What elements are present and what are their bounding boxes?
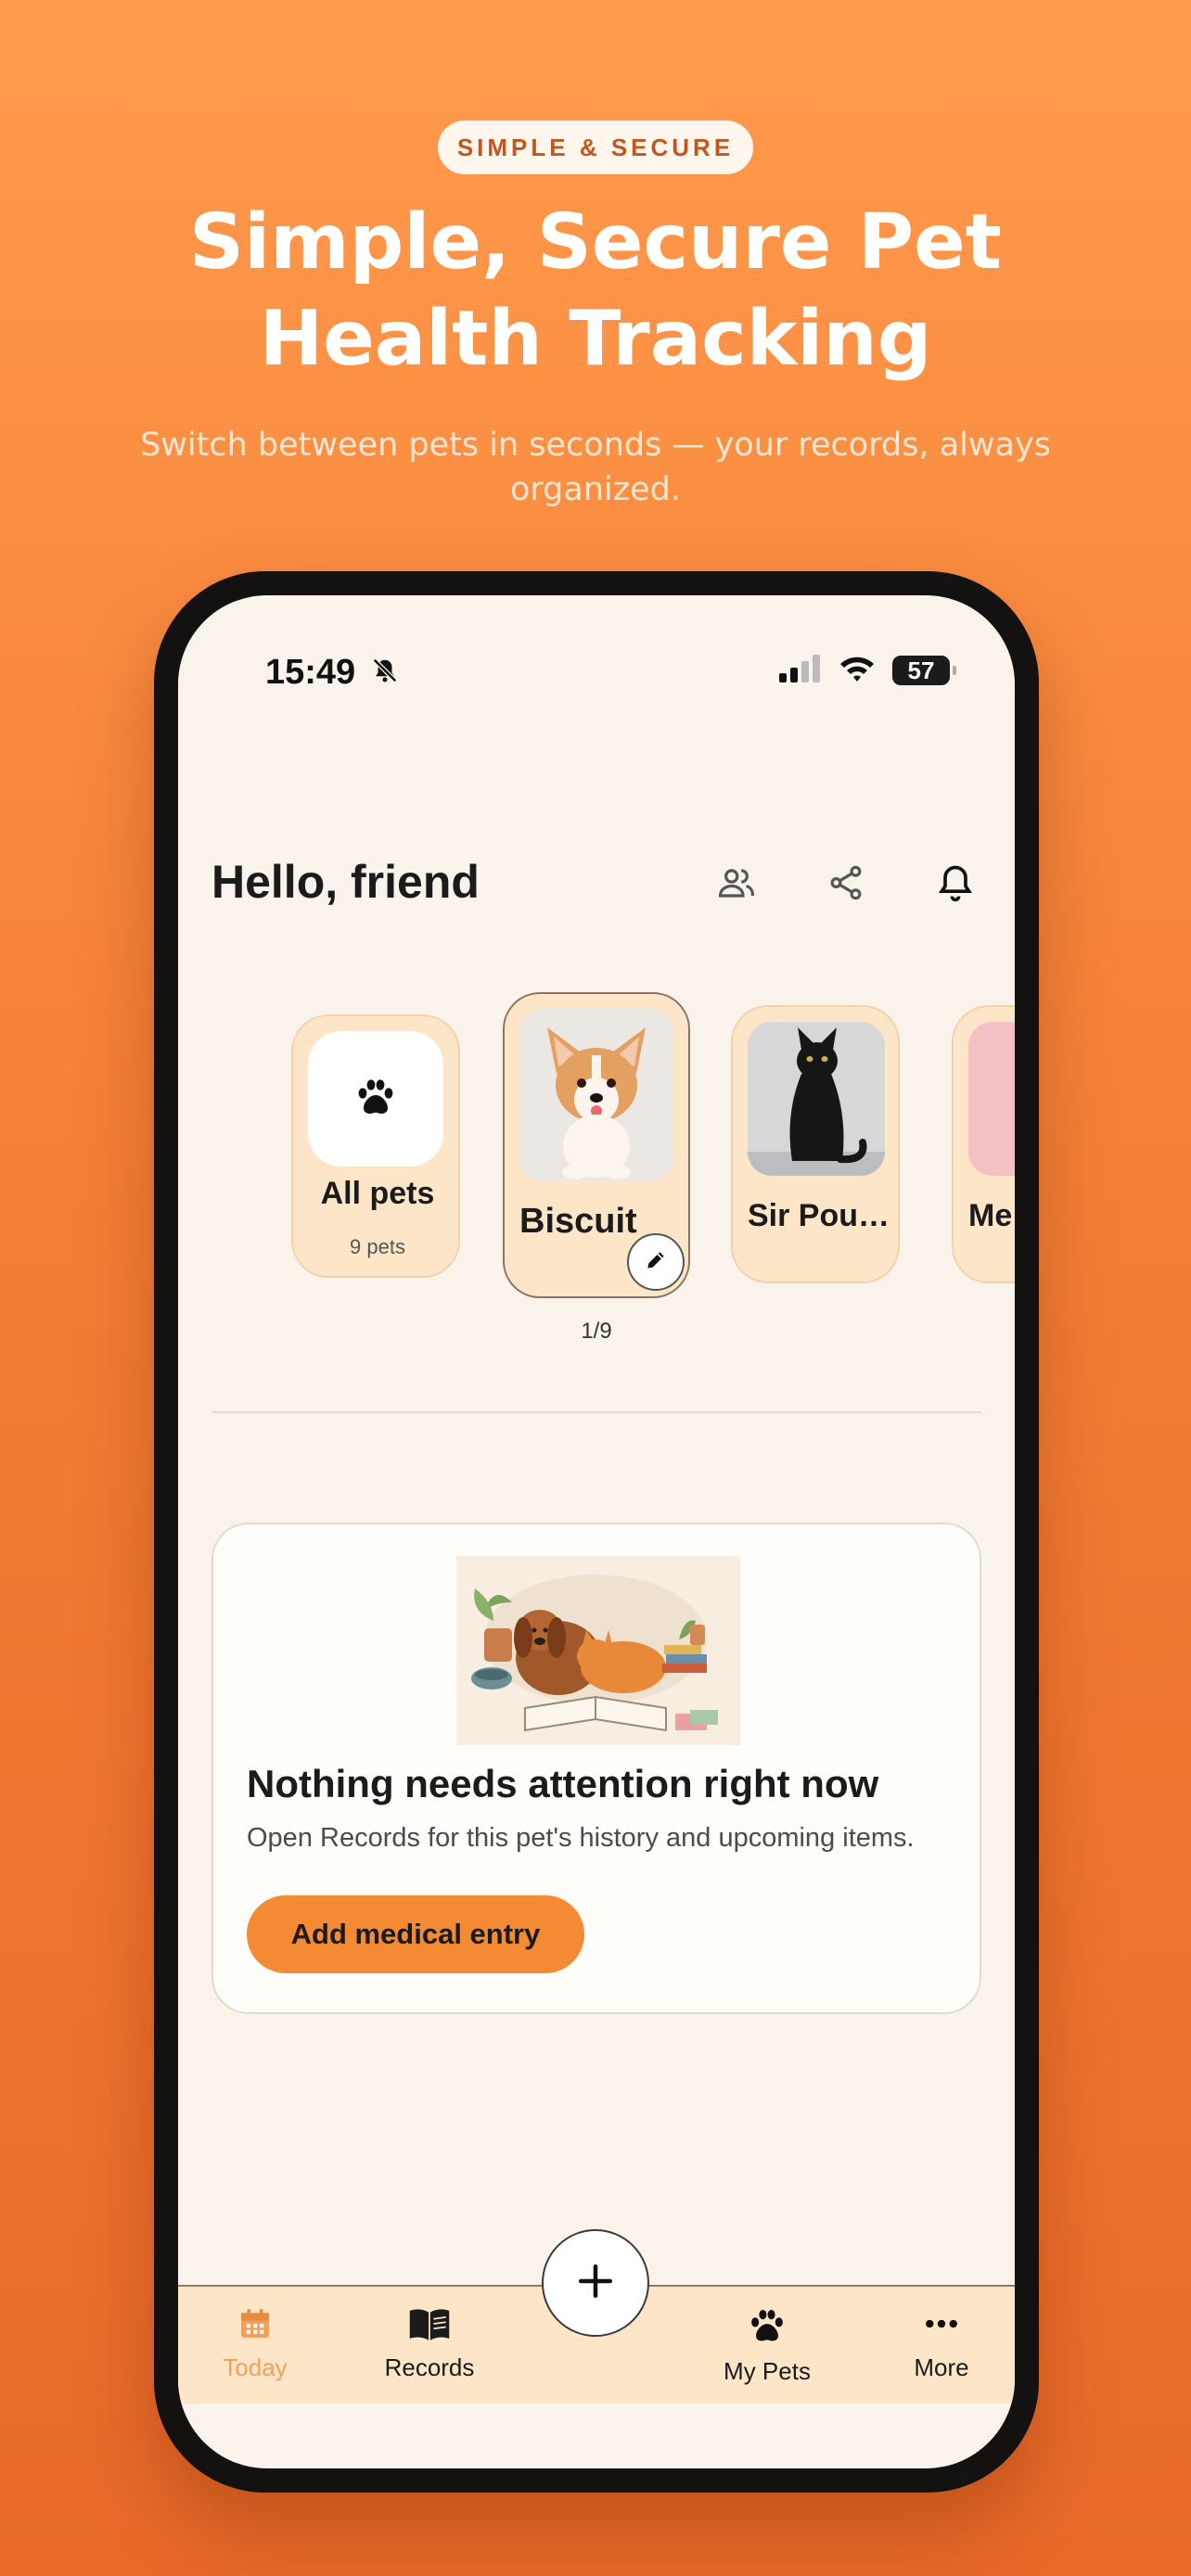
greeting-title: Hello, friend: [211, 856, 480, 908]
pet-card-sir-pou[interactable]: Sir Pou…: [731, 1005, 900, 1283]
section-divider: [211, 1411, 981, 1413]
pet-photo-partial: [968, 1022, 1015, 1176]
pet-photo-sir-pou: [748, 1022, 885, 1176]
promo-badge: SIMPLE & SECURE: [438, 121, 753, 174]
status-time: 15:49: [265, 653, 399, 694]
attention-text: Open Records for this pet's history and …: [247, 1823, 915, 1853]
bell-muted-icon: [371, 654, 399, 694]
calendar-icon: [237, 2309, 274, 2346]
app-screen: 15:49 57 Hello, friend All pets 9 pets B…: [178, 595, 1015, 2468]
tab-records-label: Records: [384, 2353, 475, 2381]
promo-subline: Switch between pets in seconds — your re…: [140, 427, 1051, 508]
pet-card-partial[interactable]: Me: [952, 1005, 1015, 1283]
pet-label-sir-pou: Sir Pou…: [748, 1198, 890, 1233]
bell-icon[interactable]: [928, 855, 983, 911]
tab-more-label: More: [914, 2353, 969, 2381]
pet-label-partial: Me: [968, 1198, 1013, 1233]
pet-pager: 1/9: [581, 1319, 612, 1344]
illustration-pets-reading: [456, 1556, 740, 1745]
pet-photo-biscuit: [519, 1009, 673, 1181]
plus-icon: [576, 2262, 615, 2304]
more-icon: [921, 2319, 962, 2346]
tab-records[interactable]: Records: [360, 2305, 499, 2382]
paw-icon: [353, 1075, 398, 1123]
people-icon[interactable]: [709, 855, 764, 911]
share-icon[interactable]: [818, 855, 874, 911]
headline-line-1: Simple, Secure Pet: [189, 198, 1002, 287]
status-time-text: 15:49: [265, 653, 356, 692]
edit-pet-button[interactable]: [627, 1233, 685, 1291]
pet-card-all[interactable]: All pets 9 pets: [291, 1014, 460, 1278]
tab-my-pets-label: My Pets: [724, 2357, 811, 2385]
signal-icon: [779, 655, 822, 686]
tab-my-pets[interactable]: My Pets: [698, 2305, 837, 2386]
attention-title: Nothing needs attention right now: [247, 1762, 879, 1805]
pet-label-biscuit: Biscuit: [519, 1202, 637, 1241]
book-icon: [408, 2309, 451, 2346]
battery-indicator: 57: [892, 656, 956, 685]
attention-card: Nothing needs attention right now Open R…: [211, 1523, 981, 2014]
phone-frame: 15:49 57 Hello, friend All pets 9 pets B…: [154, 571, 1039, 2493]
pet-card-biscuit[interactable]: Biscuit: [503, 992, 690, 1298]
all-pets-thumb: [308, 1031, 443, 1167]
tab-more[interactable]: More: [872, 2305, 1011, 2382]
pet-count: 9 pets: [350, 1235, 405, 1258]
add-fab-button[interactable]: [542, 2229, 649, 2337]
headline-line-2: Health Tracking: [259, 295, 932, 383]
tab-today-label: Today: [223, 2353, 288, 2381]
pet-label-all: All pets: [320, 1176, 435, 1211]
promo-headline: Simple, Secure Pet Health Tracking: [0, 195, 1191, 388]
add-medical-entry-button[interactable]: Add medical entry: [247, 1895, 584, 1973]
pencil-icon: [644, 1248, 668, 1276]
wifi-icon: [839, 655, 876, 686]
paw-icon: [747, 2309, 788, 2350]
tab-today[interactable]: Today: [186, 2305, 325, 2382]
status-icons: 57: [779, 655, 956, 686]
